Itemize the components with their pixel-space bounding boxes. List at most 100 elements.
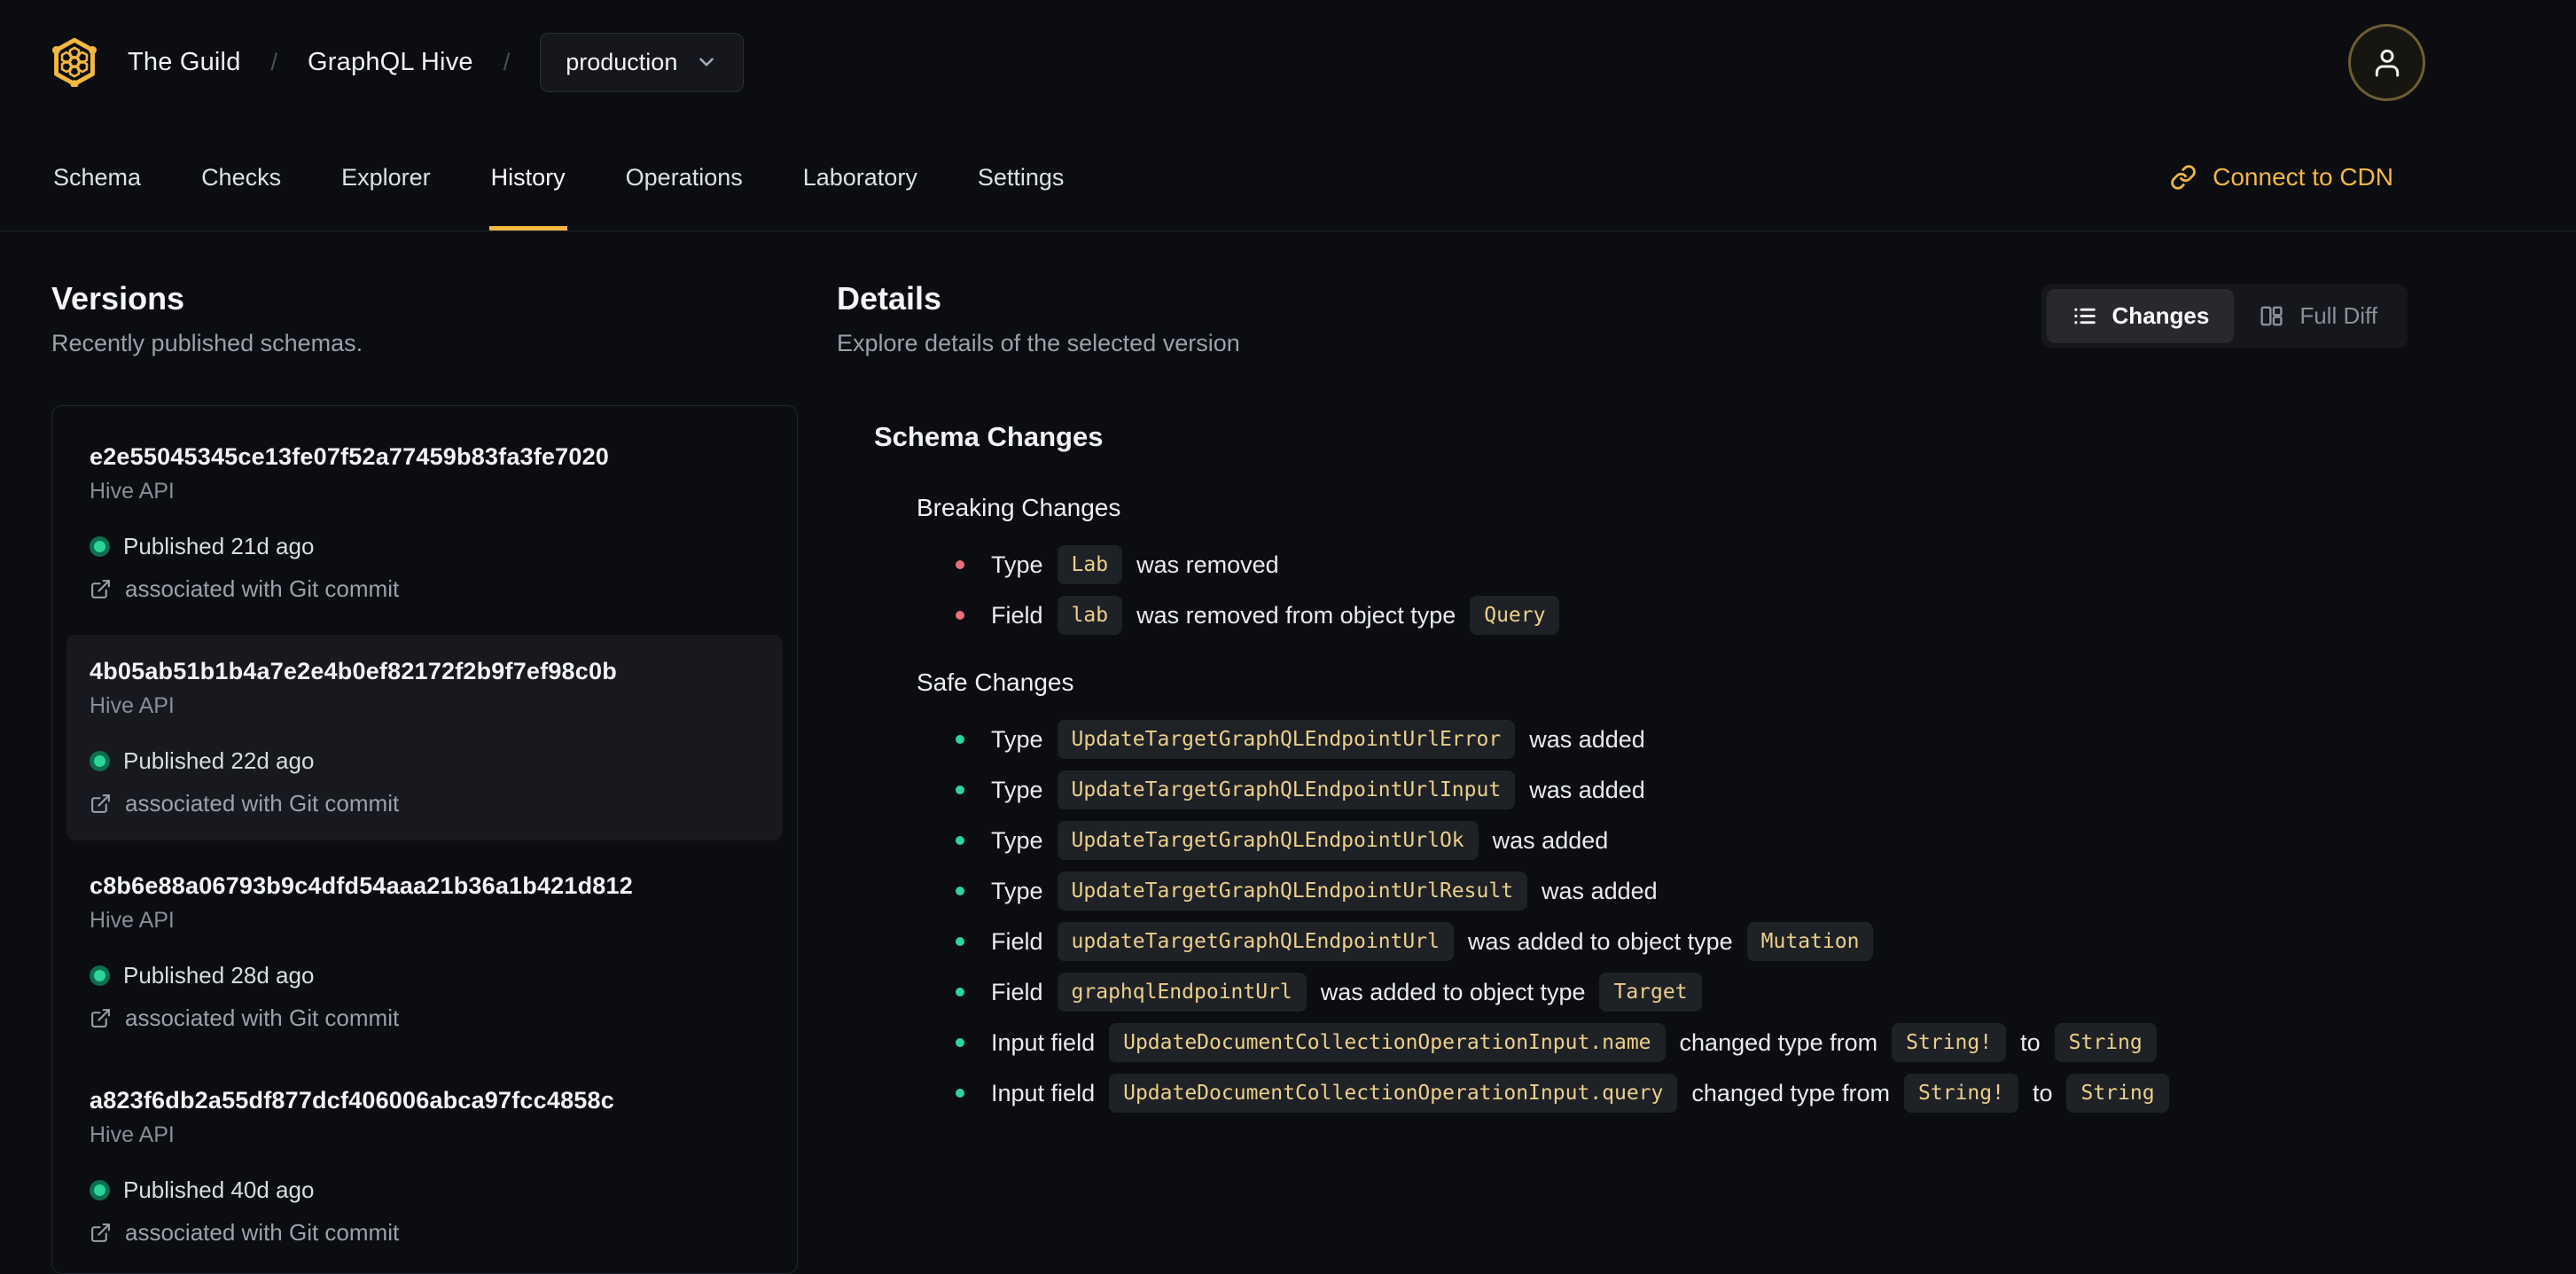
- version-service: Hive API: [90, 693, 175, 718]
- change-text: Input field: [991, 1028, 1096, 1056]
- tab-checks[interactable]: Checks: [199, 124, 283, 231]
- change-text: Field: [991, 601, 1043, 629]
- breaking-changes-title: Breaking Changes: [917, 494, 1121, 521]
- schema-change-row: Type UpdateTargetGraphQLEndpointUrlInput w…: [956, 770, 2408, 809]
- schema-entity-badge: lab: [1057, 596, 1123, 635]
- target-selector-value: production: [566, 48, 678, 75]
- versions-list: e2e55045345ce13fe07f52a77459b83fa3fe7020…: [51, 405, 798, 1274]
- schema-change-row: Input field UpdateDocumentCollectionOpera…: [956, 1023, 2408, 1062]
- tab-explorer[interactable]: Explorer: [340, 124, 433, 231]
- schema-entity-badge: updateTargetGraphQLEndpointUrl: [1057, 922, 1454, 961]
- version-list-item[interactable]: c8b6e88a06793b9c4dfd54aaa21b36a1b421d812…: [66, 849, 783, 1055]
- schema-change-row: Field graphqlEndpointUrl was added to obje…: [956, 973, 2408, 1012]
- user-avatar-button[interactable]: [2348, 23, 2425, 101]
- versions-column: Versions Recently published schemas. e2e…: [51, 280, 798, 1274]
- change-bullet-icon: [956, 836, 964, 845]
- breadcrumb-project[interactable]: GraphQL Hive: [308, 48, 473, 77]
- main-content: Versions Recently published schemas. e2e…: [0, 231, 2576, 1274]
- change-text: was added: [1529, 776, 1645, 803]
- version-list-item[interactable]: a823f6db2a55df877dcf406006abca97fcc4858c…: [66, 1064, 783, 1270]
- schema-entity-badge: UpdateTargetGraphQLEndpointUrlResult: [1057, 871, 1528, 911]
- change-bullet-icon: [956, 988, 964, 997]
- git-commit-link[interactable]: associated with Git commit: [90, 790, 760, 817]
- change-text: was removed from object type: [1136, 601, 1456, 629]
- git-commit-label: associated with Git commit: [125, 790, 400, 817]
- tab-settings[interactable]: Settings: [976, 124, 1066, 231]
- git-commit-link[interactable]: associated with Git commit: [90, 1219, 760, 1247]
- versions-subtitle: Recently published schemas.: [51, 330, 363, 356]
- schema-changes-section: Schema Changes Breaking Changes Type Lab w…: [837, 421, 2408, 1113]
- breadcrumb-separator: /: [270, 48, 278, 75]
- schema-entity-badge: String!: [1904, 1074, 2018, 1113]
- change-text: was removed: [1136, 551, 1279, 578]
- change-bullet-icon: [956, 1038, 964, 1047]
- schema-change-row: Type UpdateTargetGraphQLEndpointUrlResult…: [956, 871, 2408, 911]
- schema-entity-badge: Lab: [1057, 545, 1123, 584]
- git-commit-label: associated with Git commit: [125, 1219, 400, 1246]
- git-commit-link[interactable]: associated with Git commit: [90, 1004, 760, 1032]
- schema-change-row: Field lab was removed from object type Quer…: [956, 596, 2408, 635]
- target-nav: Schema Checks Explorer History Operation…: [0, 124, 2576, 231]
- git-commit-label: associated with Git commit: [125, 575, 400, 602]
- tab-schema[interactable]: Schema: [51, 124, 143, 231]
- change-text: Type: [991, 551, 1043, 578]
- change-description: Field graphqlEndpointUrl was added to obje…: [991, 973, 1702, 1012]
- schema-entity-badge: graphqlEndpointUrl: [1057, 973, 1307, 1012]
- schema-change-row: Input field UpdateDocumentCollectionOpera…: [956, 1074, 2408, 1113]
- details-title: Details: [837, 280, 942, 317]
- schema-changes-title: Schema Changes: [874, 421, 1104, 452]
- schema-entity-badge: UpdateTargetGraphQLEndpointUrlError: [1057, 720, 1516, 759]
- change-text: Type: [991, 826, 1043, 854]
- version-hash: e2e55045345ce13fe07f52a77459b83fa3fe7020: [90, 443, 610, 470]
- change-text: was added: [1529, 725, 1645, 753]
- tab-operations[interactable]: Operations: [624, 124, 745, 231]
- versions-title: Versions: [51, 280, 185, 317]
- published-status-dot: [90, 965, 110, 986]
- details-heading-block: Details Explore details of the selected …: [837, 280, 1240, 357]
- changes-view-button[interactable]: Changes: [2046, 289, 2235, 343]
- connect-to-cdn-button[interactable]: Connect to CDN: [2170, 124, 2393, 231]
- change-text: was added: [1492, 826, 1609, 854]
- changes-view-label: Changes: [2112, 302, 2210, 329]
- version-service: Hive API: [90, 908, 175, 933]
- schema-entity-badge: Query: [1470, 596, 1560, 635]
- details-column: Details Explore details of the selected …: [837, 280, 2408, 1146]
- change-bullet-icon: [956, 560, 964, 569]
- schema-entity-badge: UpdateDocumentCollectionOperationInput.q…: [1109, 1074, 1678, 1113]
- version-published-label: Published 21d ago: [123, 533, 315, 559]
- schema-entity-badge: String: [2066, 1074, 2169, 1113]
- version-hash: 4b05ab51b1b4a7e2e4b0ef82172f2b9f7ef98c0b: [90, 658, 617, 684]
- version-list-item[interactable]: 4b05ab51b1b4a7e2e4b0ef82172f2b9f7ef98c0b…: [66, 635, 783, 840]
- tab-history[interactable]: History: [488, 124, 567, 231]
- git-commit-link[interactable]: associated with Git commit: [90, 575, 760, 603]
- schema-change-row: Field updateTargetGraphQLEndpointUrl was a…: [956, 922, 2408, 961]
- version-published-label: Published 40d ago: [123, 1176, 315, 1203]
- change-description: Type UpdateTargetGraphQLEndpointUrlInput w…: [991, 770, 1645, 809]
- schema-entity-badge: UpdateTargetGraphQLEndpointUrlOk: [1057, 821, 1479, 860]
- version-list-item[interactable]: e2e55045345ce13fe07f52a77459b83fa3fe7020…: [66, 420, 783, 626]
- columns-icon: [2259, 303, 2284, 329]
- hive-logo-icon[interactable]: [51, 37, 98, 87]
- external-link-icon: [90, 578, 112, 600]
- link-icon: [2170, 164, 2197, 191]
- breaking-changes-list: Type Lab was removed Field lab was removed f…: [874, 545, 2408, 635]
- safe-changes-list: Type UpdateTargetGraphQLEndpointUrlError w…: [874, 720, 2408, 1113]
- change-text: was added: [1542, 877, 1658, 904]
- version-service: Hive API: [90, 1122, 175, 1147]
- change-text: Type: [991, 776, 1043, 803]
- target-selector-dropdown[interactable]: production: [540, 32, 745, 92]
- breadcrumb-org[interactable]: The Guild: [128, 48, 241, 77]
- full-diff-view-button[interactable]: Full Diff: [2234, 289, 2402, 343]
- change-description: Input field UpdateDocumentCollectionOpera…: [991, 1023, 2157, 1062]
- change-text: Field: [991, 927, 1043, 955]
- app-header: The Guild / GraphQL Hive / production: [0, 0, 2576, 124]
- tab-laboratory[interactable]: Laboratory: [801, 124, 919, 231]
- schema-change-row: Type UpdateTargetGraphQLEndpointUrlError w…: [956, 720, 2408, 759]
- change-description: Field updateTargetGraphQLEndpointUrl was a…: [991, 922, 1874, 961]
- breadcrumb: The Guild / GraphQL Hive / production: [51, 32, 745, 92]
- change-description: Input field UpdateDocumentCollectionOpera…: [991, 1074, 2169, 1113]
- change-text: was added to object type: [1467, 927, 1733, 955]
- schema-entity-badge: UpdateDocumentCollectionOperationInput.n…: [1109, 1023, 1666, 1062]
- version-published-label: Published 22d ago: [123, 747, 315, 774]
- change-text: Field: [991, 978, 1043, 1005]
